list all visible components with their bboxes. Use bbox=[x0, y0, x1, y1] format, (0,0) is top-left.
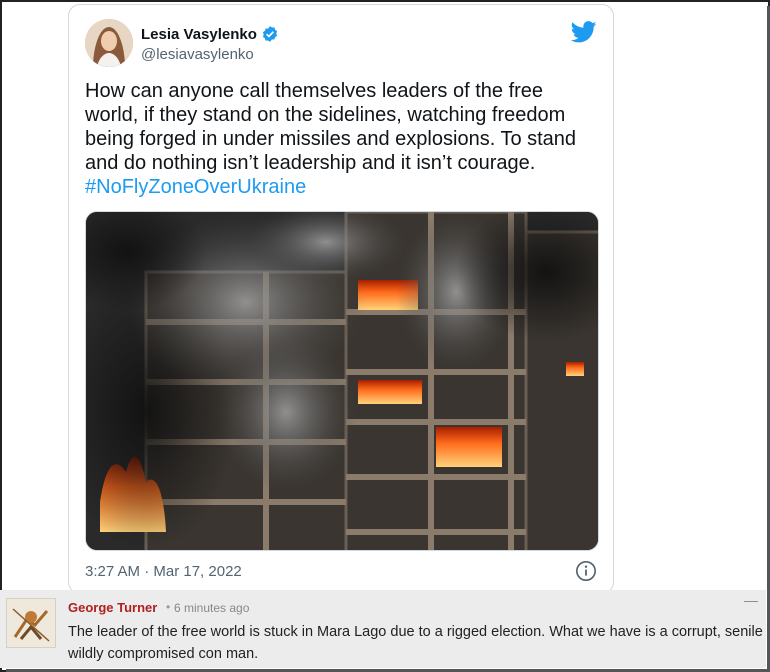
tweet-hashtag-link[interactable]: #NoFlyZoneOverUkraine bbox=[85, 175, 601, 199]
comment-collapse-button[interactable]: — bbox=[744, 592, 758, 608]
verified-badge-icon bbox=[262, 26, 277, 42]
tweet-author-handle[interactable]: @lesiavasylenko bbox=[141, 46, 254, 63]
tweet-author-name[interactable]: Lesia Vasylenko bbox=[141, 26, 257, 43]
comment-meta-separator: • bbox=[166, 600, 171, 614]
comment-item: George Turner • 6 minutes ago — The lead… bbox=[0, 590, 766, 668]
tweet-author-avatar[interactable] bbox=[85, 19, 133, 67]
comment-timestamp[interactable]: 6 minutes ago bbox=[174, 601, 249, 615]
tweet-body: How can anyone call themselves leaders o… bbox=[85, 79, 601, 199]
tweet-photo-burning-building[interactable] bbox=[85, 211, 599, 551]
comment-author-avatar[interactable] bbox=[6, 598, 56, 648]
tweet-timestamp[interactable]: 3:27 AM · Mar 17, 2022 bbox=[85, 563, 242, 580]
comment-text: The leader of the free world is stuck in… bbox=[68, 624, 763, 662]
tweet-text: How can anyone call themselves leaders o… bbox=[85, 80, 577, 174]
info-icon[interactable] bbox=[575, 560, 597, 582]
tweet-author-name-row[interactable]: Lesia Vasylenko bbox=[141, 25, 279, 43]
embedded-tweet[interactable]: Lesia Vasylenko @lesiavasylenko How can … bbox=[68, 4, 614, 594]
twitter-bird-icon[interactable] bbox=[571, 21, 597, 43]
comment-author-name[interactable]: George Turner bbox=[68, 600, 157, 615]
